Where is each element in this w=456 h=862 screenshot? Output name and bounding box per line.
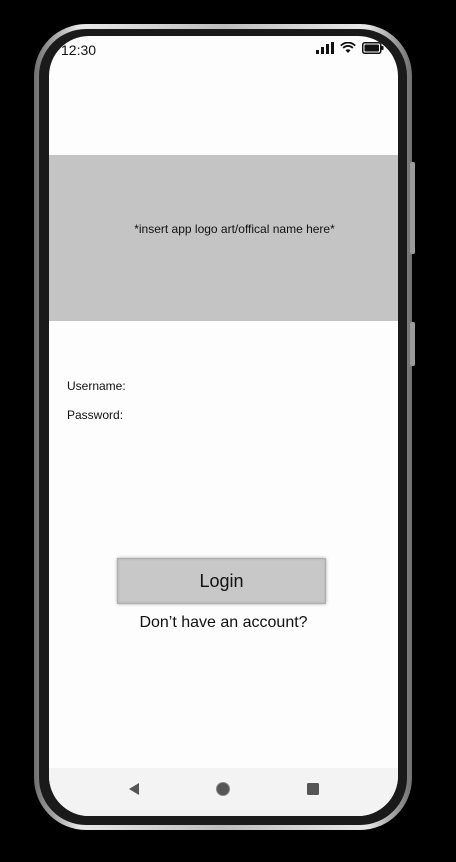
logo-placeholder-text: *insert app logo art/offical name here*: [134, 222, 335, 236]
recents-icon: [307, 783, 320, 795]
username-label: Username:: [67, 379, 126, 393]
navigation-bar: [49, 768, 398, 816]
back-button[interactable]: [121, 776, 147, 802]
back-icon: [128, 783, 139, 795]
phone-screen: 12:30 *insert app logo art/offical name …: [49, 36, 398, 816]
home-icon: [216, 782, 231, 796]
volume-button: [410, 162, 415, 254]
power-button: [410, 322, 415, 366]
home-button[interactable]: [210, 776, 236, 802]
login-button[interactable]: Login: [117, 558, 326, 604]
battery-icon: [362, 41, 384, 59]
wifi-icon: [340, 41, 356, 59]
signal-icon: [316, 41, 334, 59]
password-label: Password:: [67, 408, 124, 422]
app-logo-placeholder: *insert app logo art/offical name here*: [49, 155, 398, 321]
signup-link[interactable]: Don’t have an account?: [49, 614, 398, 632]
status-bar: 12:30: [49, 36, 398, 64]
status-time: 12:30: [61, 42, 97, 58]
recents-button[interactable]: [300, 776, 326, 802]
status-icons: [316, 41, 384, 59]
